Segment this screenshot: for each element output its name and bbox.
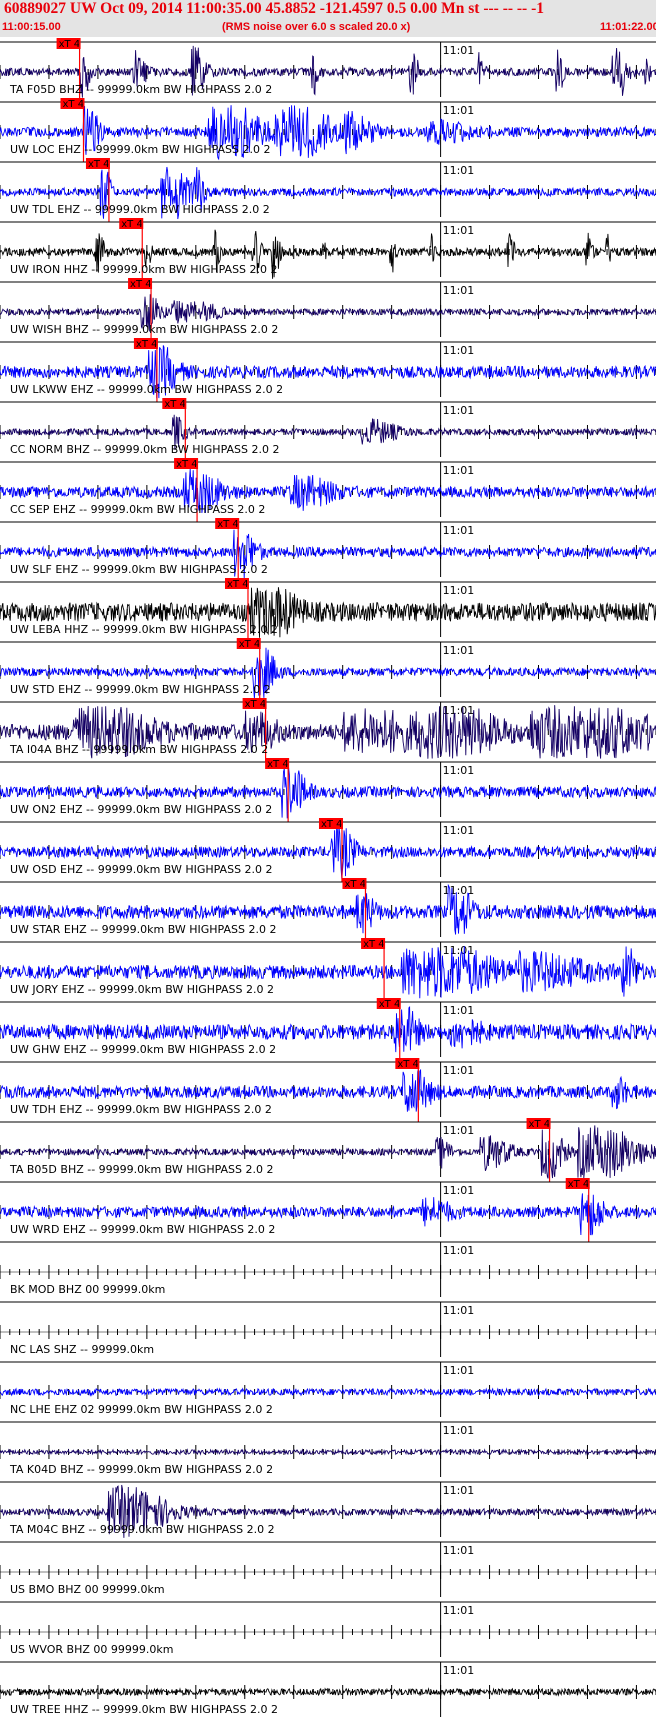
pick-label: xT 4: [88, 159, 110, 170]
minute-label: 11:01: [443, 1664, 475, 1677]
station-label: NC LAS SHZ -- 99999.0km: [10, 1343, 154, 1356]
station-label: UW LOC EHZ -- 99999.0km BW HIGHPASS 2.0 …: [10, 143, 271, 156]
station-label: UW TDL EHZ -- 99999.0km BW HIGHPASS 2.0 …: [10, 203, 270, 216]
station-label: UW LEBA HHZ -- 99999.0km BW HIGHPASS 2.0…: [10, 623, 278, 636]
rms-note: (RMS noise over 6.0 s scaled 20.0 x): [222, 21, 411, 33]
pick-label: xT 4: [344, 879, 366, 890]
station-label: UW TREE HHZ -- 99999.0km BW HIGHPASS 2.0…: [10, 1703, 278, 1716]
station-label: UW OSD EHZ -- 99999.0km BW HIGHPASS 2.0 …: [10, 863, 273, 876]
station-label: TA B05D BHZ -- 99999.0km BW HIGHPASS 2.0…: [9, 1163, 274, 1176]
pick-label: xT 4: [164, 399, 186, 410]
minute-label: 11:01: [443, 1184, 475, 1197]
minute-label: 11:01: [443, 284, 475, 297]
minute-label: 11:01: [443, 1304, 475, 1317]
pick-label: xT 4: [397, 1059, 419, 1070]
minute-label: 11:01: [443, 224, 475, 237]
pick-label: xT 4: [529, 1119, 551, 1130]
minute-label: 11:01: [443, 644, 475, 657]
station-label: UW IRON HHZ -- 99999.0km BW HIGHPASS 2.0…: [10, 263, 278, 276]
station-label: US WVOR BHZ 00 99999.0km: [10, 1643, 173, 1656]
header: 60889027 UW Oct 09, 2014 11:00:35.00 45.…: [0, 0, 656, 37]
minute-label: 11:01: [443, 884, 475, 897]
pick-label: xT 4: [379, 999, 401, 1010]
station-label: CC NORM BHZ -- 99999.0km BW HIGHPASS 2.0…: [10, 443, 279, 456]
station-label: BK MOD BHZ 00 99999.0km: [10, 1283, 165, 1296]
pick-label: xT 4: [363, 939, 385, 950]
station-label: NC LHE EHZ 02 99999.0km BW HIGHPASS 2.0 …: [10, 1403, 273, 1416]
minute-label: 11:01: [443, 704, 475, 717]
minute-label: 11:01: [443, 1604, 475, 1617]
station-label: TA I04A BHZ -- 99999.0km BW HIGHPASS 2.0…: [9, 743, 268, 756]
station-label: UW SLF EHZ -- 99999.0km BW HIGHPASS 2.0 …: [10, 563, 268, 576]
minute-label: 11:01: [443, 764, 475, 777]
minute-label: 11:01: [443, 1364, 475, 1377]
pick-label: xT 4: [59, 39, 81, 50]
minute-label: 11:01: [443, 524, 475, 537]
minute-label: 11:01: [443, 164, 475, 177]
event-title: 60889027 UW Oct 09, 2014 11:00:35.00 45.…: [4, 0, 545, 17]
station-label: UW ON2 EHZ -- 99999.0km BW HIGHPASS 2.0 …: [10, 803, 272, 816]
minute-label: 11:01: [443, 404, 475, 417]
pick-label: xT 4: [130, 279, 152, 290]
station-label: TA K04D BHZ -- 99999.0km BW HIGHPASS 2.0…: [9, 1463, 273, 1476]
minute-label: 11:01: [443, 1424, 475, 1437]
station-label: US BMO BHZ 00 99999.0km: [10, 1583, 165, 1596]
minute-label: 11:01: [443, 1064, 475, 1077]
minute-label: 11:01: [443, 344, 475, 357]
minute-label: 11:01: [443, 104, 475, 117]
seismogram-plot: 11:01 xT 4 TA F05D BHZ -- 99999.0km BW HIG…: [0, 38, 656, 1717]
start-time: 11:00:15.00: [2, 21, 61, 33]
station-label: UW TDH EHZ -- 99999.0km BW HIGHPASS 2.0 …: [10, 1103, 272, 1116]
minute-label: 11:01: [443, 1124, 475, 1137]
pick-label: xT 4: [62, 99, 84, 110]
station-label: UW STD EHZ -- 99999.0km BW HIGHPASS 2.0 …: [10, 683, 271, 696]
pick-label: xT 4: [239, 639, 261, 650]
station-label: TA M04C BHZ -- 99999.0km BW HIGHPASS 2.0…: [9, 1523, 275, 1536]
station-label: UW STAR EHZ -- 99999.0km BW HIGHPASS 2.0…: [10, 923, 276, 936]
pick-label: xT 4: [568, 1179, 590, 1190]
pick-label: xT 4: [267, 759, 289, 770]
pick-label: xT 4: [217, 519, 239, 530]
station-label: UW WRD EHZ -- 99999.0km BW HIGHPASS 2.0 …: [10, 1223, 275, 1236]
station-label: TA F05D BHZ -- 99999.0km BW HIGHPASS 2.0…: [9, 83, 272, 96]
minute-label: 11:01: [443, 1544, 475, 1557]
station-label: CC SEP EHZ -- 99999.0km BW HIGHPASS 2.0 …: [10, 503, 265, 516]
end-time: 11:01:22.00: [600, 21, 656, 33]
station-label: UW LKWW EHZ -- 99999.0km BW HIGHPASS 2.0…: [10, 383, 283, 396]
pick-label: xT 4: [176, 459, 198, 470]
minute-label: 11:01: [443, 1244, 475, 1257]
pick-label: xT 4: [121, 219, 143, 230]
station-label: UW GHW EHZ -- 99999.0km BW HIGHPASS 2.0 …: [10, 1043, 276, 1056]
minute-label: 11:01: [443, 44, 475, 57]
minute-label: 11:01: [443, 944, 475, 957]
station-label: UW JORY EHZ -- 99999.0km BW HIGHPASS 2.0…: [10, 983, 274, 996]
minute-label: 11:01: [443, 824, 475, 837]
pick-label: xT 4: [227, 579, 249, 590]
station-label: UW WISH BHZ -- 99999.0km BW HIGHPASS 2.0…: [10, 323, 278, 336]
pick-label: xT 4: [321, 819, 343, 830]
minute-label: 11:01: [443, 464, 475, 477]
pick-label: xT 4: [136, 339, 158, 350]
pick-label: xT 4: [245, 699, 267, 710]
minute-label: 11:01: [443, 1004, 475, 1017]
minute-label: 11:01: [443, 1484, 475, 1497]
minute-label: 11:01: [443, 584, 475, 597]
